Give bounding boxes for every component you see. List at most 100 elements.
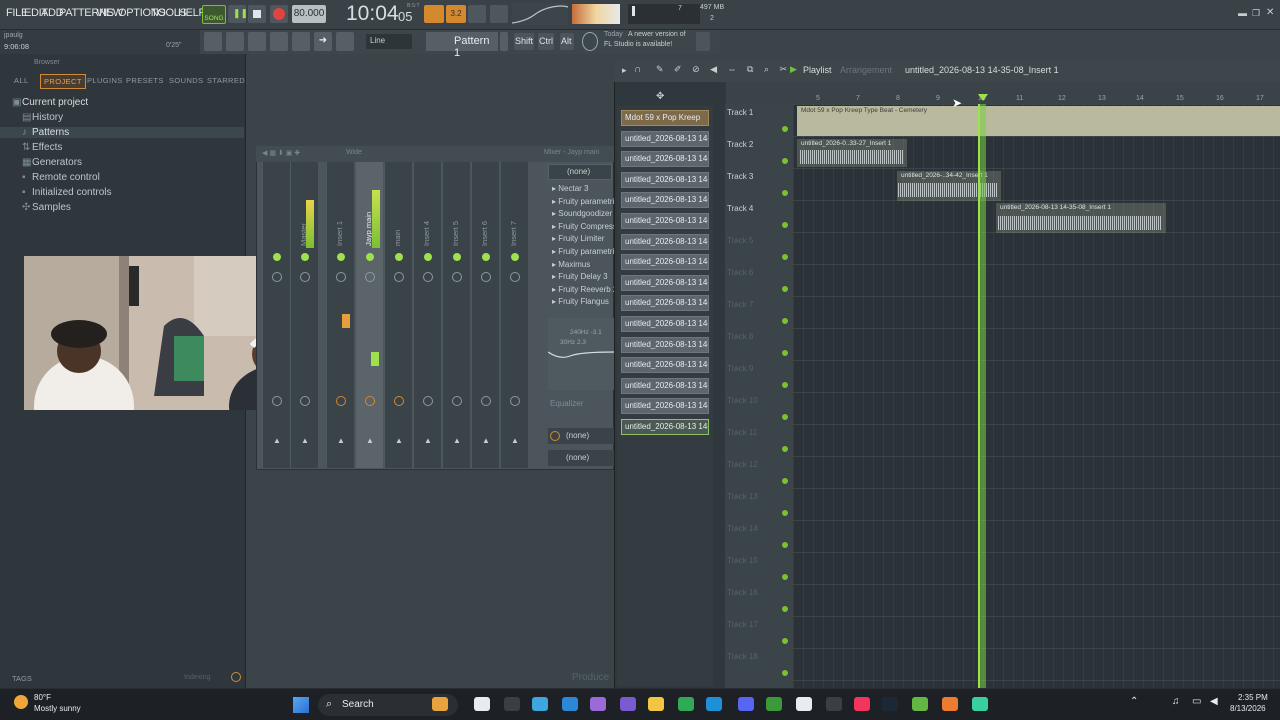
discord-icon[interactable] [738, 697, 754, 711]
track-label[interactable]: Track 9 [727, 364, 753, 373]
tree-generators[interactable]: ▦Generators [22, 157, 82, 168]
pattern-item[interactable]: untitled_2026-08-13 14- [621, 316, 709, 332]
toolbar-button-4[interactable] [270, 32, 288, 51]
track-label[interactable]: Track 10 [727, 396, 758, 405]
folder-icon[interactable] [648, 697, 664, 711]
track-mute-icon[interactable] [782, 574, 788, 580]
track-mute-icon[interactable] [782, 606, 788, 612]
track-mute-icon[interactable] [782, 446, 788, 452]
fader-handle-jayp[interactable] [371, 352, 379, 366]
mixer-strip[interactable] [413, 162, 441, 468]
task-view-icon[interactable] [474, 697, 490, 711]
snap-select[interactable]: Line [366, 34, 412, 49]
pan-knob[interactable] [394, 272, 404, 282]
track-label[interactable]: Track 6 [727, 268, 753, 277]
pan-knob[interactable] [272, 272, 282, 282]
pattern-item[interactable]: untitled_2026-08-13 14- [621, 192, 709, 209]
track-mute-icon[interactable] [782, 222, 788, 228]
fx-slot[interactable]: ▸ Fruity Flangus [552, 297, 609, 309]
pat-song-toggle[interactable]: SONG [202, 5, 226, 24]
tempo-display[interactable]: 80.000 [292, 5, 326, 23]
fx-slot[interactable]: ▸ Fruity parametric [552, 197, 618, 209]
strip-enable-icon[interactable] [337, 253, 345, 261]
mixer-strip[interactable] [442, 162, 470, 468]
ruler-bar-label[interactable]: 5 [816, 95, 820, 102]
play-button[interactable]: ❚❚ [228, 5, 248, 23]
blend-button[interactable] [468, 5, 486, 23]
mixer-button[interactable] [292, 32, 310, 51]
pattern-item[interactable]: untitled_2026-08-13 14- [621, 357, 709, 374]
stereo-knob[interactable] [394, 396, 404, 406]
ruler-bar-label[interactable]: 14 [1136, 95, 1144, 102]
track-label[interactable]: Track 13 [727, 492, 758, 501]
pan-knob[interactable] [336, 272, 346, 282]
route-arrow-icon[interactable]: ▲ [366, 436, 374, 445]
track-mute-icon[interactable] [782, 638, 788, 644]
playlist-tool-icons[interactable]: ✎ ✐ ⊘ ◀ ⇔ ⧉ ⌕ ✂ [656, 64, 791, 75]
tab-all[interactable]: ALL [14, 76, 29, 85]
playlist-menu-arrow-icon[interactable]: ▸ [622, 65, 627, 76]
settings-icon[interactable] [562, 697, 578, 711]
restore-icon[interactable]: ❐ [1252, 8, 1260, 19]
tab-plugins[interactable]: PLUGINS [87, 76, 123, 85]
track-label[interactable]: Track 11 [727, 428, 757, 437]
record-button[interactable] [270, 5, 288, 23]
pan-knob[interactable] [481, 272, 491, 282]
playhead-line[interactable] [978, 104, 986, 688]
picker-options-icon[interactable]: ✥ [656, 91, 664, 102]
app-icon-teal[interactable] [972, 697, 988, 711]
edge-icon[interactable] [706, 697, 722, 711]
alt-key[interactable]: Alt [560, 33, 574, 50]
route-arrow-icon[interactable]: ▲ [301, 436, 309, 445]
track-mute-icon[interactable] [782, 478, 788, 484]
fx-slot[interactable]: ▸ Maximus [552, 260, 590, 272]
track-mute-icon[interactable] [782, 254, 788, 260]
pan-knob[interactable] [510, 272, 520, 282]
toolbar-button-1[interactable] [204, 32, 222, 51]
notepad-icon[interactable] [532, 697, 548, 711]
news-icon[interactable] [582, 32, 598, 51]
pattern-item[interactable]: untitled_2026-08-13 14- [621, 295, 709, 312]
pan-knob[interactable] [452, 272, 462, 282]
route-arrow-icon[interactable]: ▲ [511, 436, 519, 445]
taskbar-clock[interactable]: 2:35 PM [1238, 693, 1268, 702]
track-mute-icon[interactable] [782, 542, 788, 548]
pattern-item[interactable]: untitled_2026-08-13 14- [621, 336, 709, 353]
tray-volume-icon[interactable]: ◀ [1210, 696, 1218, 707]
stereo-knob[interactable] [272, 396, 282, 406]
pan-knob[interactable] [423, 272, 433, 282]
file-explorer-icon[interactable] [432, 697, 448, 711]
pattern-item[interactable]: untitled_2026-08-13 14- [621, 171, 709, 188]
track-mute-icon[interactable] [782, 126, 788, 132]
chrome-icon[interactable] [678, 697, 694, 711]
steam-icon[interactable] [882, 697, 898, 711]
tree-history[interactable]: ▤History [22, 112, 63, 123]
mixer-strip[interactable] [500, 162, 528, 468]
search-icon[interactable] [231, 672, 241, 682]
tab-project[interactable]: PROJECT [40, 74, 86, 89]
pan-knob[interactable] [300, 272, 310, 282]
app-icon-green[interactable] [912, 697, 928, 711]
ruler-bar-label[interactable]: 7 [856, 95, 860, 102]
pattern-item[interactable]: untitled_2026-08-13 14- [621, 419, 709, 435]
tree-samples[interactable]: ✣ Samples [22, 202, 71, 213]
toolbar-button-3[interactable] [248, 32, 266, 51]
tree-patterns[interactable]: ♪ Patterns [0, 127, 244, 138]
track-label[interactable]: Track 17 [727, 620, 758, 629]
ruler-bar-label[interactable]: 9 [936, 95, 940, 102]
pattern-item[interactable]: untitled_2026-08-13 14- [621, 377, 709, 394]
fl-studio-icon[interactable] [942, 697, 958, 711]
ruler-bar-label[interactable]: 15 [1176, 95, 1184, 102]
widgets-icon[interactable] [504, 697, 520, 711]
tray-network-icon[interactable]: ▭ [1192, 696, 1201, 707]
fx-slot[interactable]: ▸ Fruity Delay 3 [552, 272, 608, 284]
route-arrow-icon[interactable]: ▲ [395, 436, 403, 445]
tab-sounds[interactable]: SOUNDS [169, 76, 204, 85]
toolbar-button-2[interactable] [226, 32, 244, 51]
track-label[interactable]: Track 18 [727, 652, 758, 661]
ruler-bar-label[interactable]: 12 [1058, 95, 1066, 102]
pattern-item[interactable]: untitled_2026-08-13 14- [621, 151, 709, 168]
minimize-icon[interactable]: ▬ [1238, 8, 1247, 18]
playhead-marker-icon[interactable] [978, 94, 988, 101]
mixer-strip[interactable] [262, 162, 290, 468]
